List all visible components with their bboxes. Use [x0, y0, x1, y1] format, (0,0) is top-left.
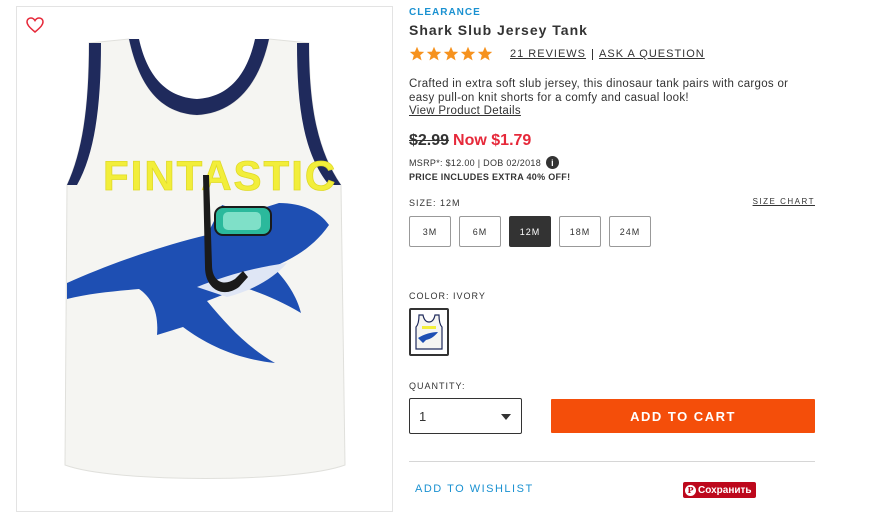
msrp-text: MSRP*: $12.00 | DOB 02/2018 [409, 157, 542, 168]
star-icon [460, 46, 476, 61]
product-description: Crafted in extra soft slub jersey, this … [409, 78, 789, 104]
price-row: $2.99 Now $1.79 [409, 132, 531, 150]
divider-bar [592, 48, 594, 60]
heart-icon [26, 17, 44, 33]
size-options: 3M 6M 12M 18M 24M [409, 216, 651, 247]
favorite-button[interactable] [24, 14, 46, 36]
pinterest-save-button[interactable]: P Сохранить [683, 482, 756, 498]
extra-off-note: PRICE INCLUDES EXTRA 40% OFF! [409, 172, 571, 182]
size-option-12m[interactable]: 12M [509, 216, 551, 247]
add-to-cart-button[interactable]: ADD TO CART [551, 399, 815, 433]
product-title: Shark Slub Jersey Tank [409, 22, 588, 38]
star-icon [477, 46, 493, 61]
star-icon [426, 46, 442, 61]
quantity-select[interactable]: 1 [409, 398, 522, 434]
quantity-label: QUANTITY: [409, 381, 466, 391]
size-option-24m[interactable]: 24M [609, 216, 651, 247]
product-image-panel: FINTASTIC [16, 6, 393, 512]
size-option-3m[interactable]: 3M [409, 216, 451, 247]
swatch-thumbnail [415, 314, 443, 350]
shirt-print-text: FINTASTIC [103, 152, 337, 199]
size-option-6m[interactable]: 6M [459, 216, 501, 247]
rating-row: 21 REVIEWS ASK A QUESTION [409, 46, 705, 62]
size-chart-link[interactable]: SIZE CHART [753, 197, 815, 206]
msrp-line: MSRP*: $12.00 | DOB 02/2018 i [409, 156, 560, 169]
star-rating [409, 46, 493, 62]
sale-price: Now $1.79 [453, 132, 532, 149]
view-details-link[interactable]: View Product Details [409, 105, 521, 117]
size-option-18m[interactable]: 18M [559, 216, 601, 247]
section-divider [409, 461, 815, 462]
original-price: $2.99 [409, 132, 450, 149]
ask-question-link[interactable]: ASK A QUESTION [599, 48, 705, 60]
quantity-value: 1 [419, 408, 427, 424]
add-to-wishlist-link[interactable]: ADD TO WISHLIST [415, 483, 534, 495]
size-label: SIZE: 12M [409, 198, 461, 208]
pinterest-save-label: Сохранить [698, 484, 752, 496]
chevron-down-icon [501, 414, 511, 420]
color-swatch-ivory[interactable] [409, 308, 449, 356]
star-icon [409, 46, 425, 61]
star-icon [443, 46, 459, 61]
color-label: COLOR: IVORY [409, 291, 486, 301]
info-icon[interactable]: i [546, 156, 560, 169]
product-photo[interactable]: FINTASTIC [47, 35, 367, 495]
clearance-badge: CLEARANCE [409, 7, 481, 18]
pinterest-icon: P [685, 484, 696, 496]
reviews-link[interactable]: 21 REVIEWS [510, 48, 586, 60]
